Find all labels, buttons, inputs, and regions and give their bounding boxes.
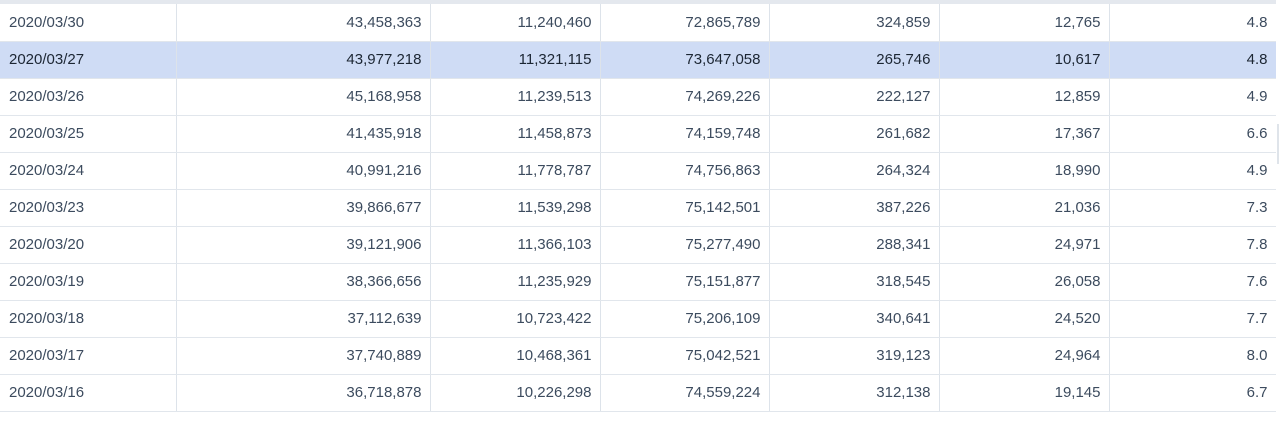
cell-date[interactable]: 2020/03/24 bbox=[0, 152, 177, 190]
cell-col-3[interactable]: 74,269,226 bbox=[600, 78, 770, 116]
cell-col-1[interactable]: 41,435,918 bbox=[176, 115, 431, 153]
cell-col-5[interactable]: 12,765 bbox=[939, 4, 1110, 42]
cell-col-5[interactable]: 18,990 bbox=[939, 152, 1110, 190]
cell-date[interactable]: 2020/03/18 bbox=[0, 300, 177, 338]
cell-date[interactable]: 2020/03/23 bbox=[0, 189, 177, 227]
data-table-viewport: 2020/03/30 43,458,363 11,240,460 72,865,789… bbox=[0, 0, 1280, 426]
table-row[interactable]: 2020/03/24 40,991,216 11,778,787 74,756,863… bbox=[0, 152, 1277, 190]
cell-col-4[interactable]: 222,127 bbox=[769, 78, 940, 116]
cell-col-2[interactable]: 11,240,460 bbox=[430, 4, 601, 42]
cell-date[interactable]: 2020/03/26 bbox=[0, 78, 177, 116]
table-row[interactable]: 2020/03/19 38,366,656 11,235,929 75,151,877… bbox=[0, 263, 1277, 301]
cell-col-1[interactable]: 45,168,958 bbox=[176, 78, 431, 116]
cell-col-2[interactable]: 11,366,103 bbox=[430, 226, 601, 264]
cell-col-3[interactable]: 75,206,109 bbox=[600, 300, 770, 338]
table-row[interactable]: 2020/03/26 45,168,958 11,239,513 74,269,226… bbox=[0, 78, 1277, 116]
table-row[interactable]: 2020/03/27 43,977,218 11,321,115 73,647,058… bbox=[0, 41, 1277, 79]
cell-col-1[interactable]: 43,977,218 bbox=[176, 41, 431, 79]
cell-col-1[interactable]: 36,718,878 bbox=[176, 374, 431, 412]
cell-col-6[interactable]: 6.6 bbox=[1109, 115, 1277, 153]
cell-col-5[interactable]: 24,520 bbox=[939, 300, 1110, 338]
cell-col-1[interactable]: 37,740,889 bbox=[176, 337, 431, 375]
cell-date[interactable]: 2020/03/17 bbox=[0, 337, 177, 375]
cell-col-3[interactable]: 74,159,748 bbox=[600, 115, 770, 153]
cell-col-3[interactable]: 74,756,863 bbox=[600, 152, 770, 190]
cell-col-6[interactable]: 6.7 bbox=[1109, 374, 1277, 412]
cell-col-6[interactable]: 7.8 bbox=[1109, 226, 1277, 264]
cell-col-4[interactable]: 312,138 bbox=[769, 374, 940, 412]
cell-col-5[interactable]: 24,971 bbox=[939, 226, 1110, 264]
cell-col-4[interactable]: 261,682 bbox=[769, 115, 940, 153]
cell-col-2[interactable]: 11,321,115 bbox=[430, 41, 601, 79]
cell-col-1[interactable]: 43,458,363 bbox=[176, 4, 431, 42]
cell-col-5[interactable]: 26,058 bbox=[939, 263, 1110, 301]
cell-col-1[interactable]: 38,366,656 bbox=[176, 263, 431, 301]
cell-col-6[interactable]: 7.3 bbox=[1109, 189, 1277, 227]
cell-col-4[interactable]: 324,859 bbox=[769, 4, 940, 42]
cell-col-2[interactable]: 11,239,513 bbox=[430, 78, 601, 116]
cell-col-6[interactable]: 4.8 bbox=[1109, 4, 1277, 42]
cell-col-6[interactable]: 7.7 bbox=[1109, 300, 1277, 338]
scrollbar-thumb[interactable] bbox=[1277, 124, 1279, 164]
cell-col-5[interactable]: 17,367 bbox=[939, 115, 1110, 153]
cell-col-1[interactable]: 37,112,639 bbox=[176, 300, 431, 338]
cell-col-2[interactable]: 11,235,929 bbox=[430, 263, 601, 301]
table-row[interactable]: 2020/03/20 39,121,906 11,366,103 75,277,490… bbox=[0, 226, 1277, 264]
cell-date[interactable]: 2020/03/20 bbox=[0, 226, 177, 264]
cell-col-5[interactable]: 24,964 bbox=[939, 337, 1110, 375]
cell-col-4[interactable]: 319,123 bbox=[769, 337, 940, 375]
cell-col-6[interactable]: 4.8 bbox=[1109, 41, 1277, 79]
cell-col-4[interactable]: 265,746 bbox=[769, 41, 940, 79]
cell-date[interactable]: 2020/03/16 bbox=[0, 374, 177, 412]
cell-date[interactable]: 2020/03/30 bbox=[0, 4, 177, 42]
cell-col-5[interactable]: 19,145 bbox=[939, 374, 1110, 412]
cell-col-3[interactable]: 75,151,877 bbox=[600, 263, 770, 301]
cell-col-4[interactable]: 264,324 bbox=[769, 152, 940, 190]
cell-col-2[interactable]: 11,778,787 bbox=[430, 152, 601, 190]
cell-col-2[interactable]: 10,723,422 bbox=[430, 300, 601, 338]
cell-date[interactable]: 2020/03/27 bbox=[0, 41, 177, 79]
table-row[interactable]: 2020/03/17 37,740,889 10,468,361 75,042,521… bbox=[0, 337, 1277, 375]
cell-col-3[interactable]: 73,647,058 bbox=[600, 41, 770, 79]
cell-date[interactable]: 2020/03/19 bbox=[0, 263, 177, 301]
cell-col-6[interactable]: 4.9 bbox=[1109, 152, 1277, 190]
cell-col-3[interactable]: 74,559,224 bbox=[600, 374, 770, 412]
cell-col-4[interactable]: 318,545 bbox=[769, 263, 940, 301]
cell-col-4[interactable]: 288,341 bbox=[769, 226, 940, 264]
cell-col-3[interactable]: 75,142,501 bbox=[600, 189, 770, 227]
cell-col-5[interactable]: 10,617 bbox=[939, 41, 1110, 79]
table-row[interactable]: 2020/03/16 36,718,878 10,226,298 74,559,224… bbox=[0, 374, 1277, 412]
cell-col-6[interactable]: 4.9 bbox=[1109, 78, 1277, 116]
cell-col-5[interactable]: 12,859 bbox=[939, 78, 1110, 116]
cell-col-6[interactable]: 8.0 bbox=[1109, 337, 1277, 375]
cell-col-5[interactable]: 21,036 bbox=[939, 189, 1110, 227]
cell-col-6[interactable]: 7.6 bbox=[1109, 263, 1277, 301]
cell-col-2[interactable]: 11,458,873 bbox=[430, 115, 601, 153]
table-row[interactable]: 2020/03/18 37,112,639 10,723,422 75,206,109… bbox=[0, 300, 1277, 338]
vertical-scrollbar[interactable] bbox=[1276, 0, 1280, 426]
cell-date[interactable]: 2020/03/25 bbox=[0, 115, 177, 153]
cell-col-2[interactable]: 11,539,298 bbox=[430, 189, 601, 227]
cell-col-1[interactable]: 40,991,216 bbox=[176, 152, 431, 190]
cell-col-1[interactable]: 39,121,906 bbox=[176, 226, 431, 264]
cell-col-3[interactable]: 75,277,490 bbox=[600, 226, 770, 264]
cell-col-2[interactable]: 10,468,361 bbox=[430, 337, 601, 375]
table-row[interactable]: 2020/03/30 43,458,363 11,240,460 72,865,789… bbox=[0, 4, 1277, 42]
cell-col-4[interactable]: 387,226 bbox=[769, 189, 940, 227]
cell-col-4[interactable]: 340,641 bbox=[769, 300, 940, 338]
cell-col-3[interactable]: 72,865,789 bbox=[600, 4, 770, 42]
cell-col-1[interactable]: 39,866,677 bbox=[176, 189, 431, 227]
cell-col-2[interactable]: 10,226,298 bbox=[430, 374, 601, 412]
table-row[interactable]: 2020/03/23 39,866,677 11,539,298 75,142,501… bbox=[0, 189, 1277, 227]
table-row[interactable]: 2020/03/25 41,435,918 11,458,873 74,159,748… bbox=[0, 115, 1277, 153]
cell-col-3[interactable]: 75,042,521 bbox=[600, 337, 770, 375]
table-body: 2020/03/30 43,458,363 11,240,460 72,865,789… bbox=[0, 4, 1277, 412]
data-table: 2020/03/30 43,458,363 11,240,460 72,865,789… bbox=[0, 4, 1277, 412]
